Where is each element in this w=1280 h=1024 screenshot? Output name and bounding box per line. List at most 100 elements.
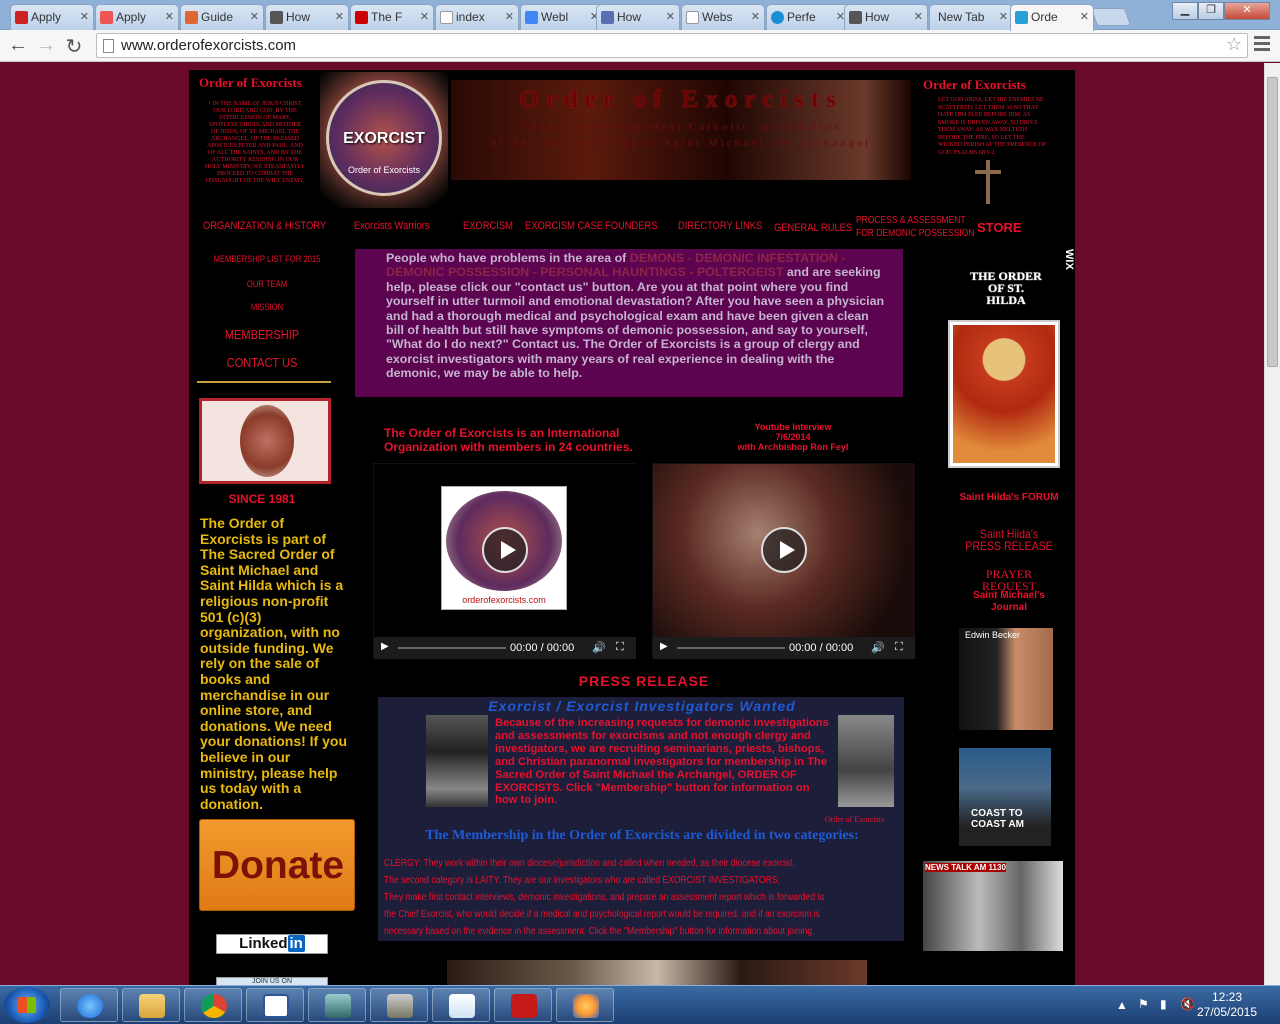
tray-arrow-icon[interactable]: ▲: [1116, 998, 1128, 1012]
fullscreen-icon[interactable]: ⛶: [616, 641, 624, 654]
order-emblem-logo[interactable]: EXORCIST Order of Exorcists: [320, 72, 448, 208]
nav-mission[interactable]: MISSION: [205, 302, 329, 312]
video-controls: ▶ 00:00 / 00:00 🔊 ⛶: [374, 637, 636, 659]
taskbar-word[interactable]: [246, 988, 304, 1022]
news-talk-thumbnail[interactable]: NEWS TALK AM 1130: [923, 861, 1063, 951]
close-window-button[interactable]: ✕: [1224, 2, 1270, 20]
play-icon[interactable]: [482, 527, 528, 573]
clergy-line-1: CLERGY: They work within their own dioce…: [384, 858, 795, 869]
browser-tab[interactable]: Perfe ✕: [766, 4, 850, 30]
scrollbar-thumb[interactable]: [1267, 77, 1278, 367]
nav-founders[interactable]: FOUNDERS: [605, 220, 657, 232]
join-us-badge[interactable]: JOIN US ON: [216, 977, 328, 985]
start-button[interactable]: [4, 987, 50, 1023]
browser-tab[interactable]: Webs ✕: [681, 4, 765, 30]
close-icon[interactable]: ✕: [420, 10, 429, 23]
nav-contact-us[interactable]: CONTACT US: [200, 355, 324, 370]
address-bar[interactable]: www.orderofexorcists.com: [96, 33, 1248, 58]
seek-bar[interactable]: [398, 647, 506, 649]
browser-tab[interactable]: How ✕: [265, 4, 349, 30]
nav-store[interactable]: STORE: [977, 220, 1022, 235]
network-tray-icon[interactable]: ▮: [1160, 997, 1167, 1011]
folder-icon: [139, 994, 165, 1018]
volume-icon[interactable]: 🔊: [871, 641, 885, 654]
menu-icon[interactable]: [1254, 36, 1270, 54]
play-small-icon[interactable]: ▶: [381, 641, 389, 652]
close-icon[interactable]: ✕: [505, 10, 514, 23]
browser-tab[interactable]: Guide ✕: [180, 4, 264, 30]
close-icon[interactable]: ✕: [165, 10, 174, 23]
donate-button[interactable]: Donate: [199, 819, 355, 911]
prayer-request-link[interactable]: PRAYER REQUEST: [959, 568, 1059, 592]
flag-tray-icon[interactable]: ⚑: [1138, 997, 1149, 1011]
browser-tab[interactable]: Webl ✕: [520, 4, 604, 30]
taskbar-acrobat[interactable]: [494, 988, 552, 1022]
browser-tab[interactable]: The F ✕: [350, 4, 434, 30]
back-icon[interactable]: ←: [6, 34, 30, 57]
maximize-button[interactable]: ❐: [1198, 2, 1224, 20]
nav-process-assessment[interactable]: PROCESS & ASSESSMENT: [856, 215, 966, 226]
nav-exorcism[interactable]: EXORCISM: [463, 220, 513, 232]
play-small-icon[interactable]: ▶: [660, 641, 668, 652]
browser-tab[interactable]: How ✕: [844, 4, 928, 30]
close-icon[interactable]: ✕: [80, 10, 89, 23]
nav-process-assessment-line2[interactable]: FOR DEMONIC POSSESSION: [856, 228, 975, 239]
saint-hildas-press-release-link[interactable]: Saint Hilda's PRESS RELEASE: [965, 528, 1053, 552]
st-hilda-icon-image[interactable]: [948, 320, 1060, 468]
close-icon[interactable]: ✕: [914, 10, 923, 23]
emblem-subtitle: Order of Exorcists: [347, 165, 421, 175]
taskbar-chrome[interactable]: [184, 988, 242, 1022]
seek-bar[interactable]: [677, 647, 785, 649]
nav-exorcism-case[interactable]: EXORCISM CASE: [525, 220, 603, 232]
fullscreen-icon[interactable]: ⛶: [895, 641, 903, 654]
nav-organization-history[interactable]: ORGANIZATION & HISTORY: [203, 220, 326, 232]
taskbar-gimp[interactable]: [370, 988, 428, 1022]
header-banner: Order of Exorcists Under the Independent…: [451, 80, 911, 180]
vertical-scrollbar[interactable]: [1264, 63, 1280, 985]
tab-favicon-icon: [100, 11, 113, 24]
close-icon[interactable]: ✕: [335, 10, 344, 23]
browser-tab[interactable]: Apply ✕: [10, 4, 94, 30]
coast-to-coast-thumbnail[interactable]: COAST TO COAST AM: [959, 748, 1051, 846]
nav-membership[interactable]: MEMBERSHIP: [200, 327, 324, 342]
browser-tab[interactable]: New Tab ✕: [929, 4, 1013, 30]
close-icon[interactable]: ✕: [250, 10, 259, 23]
tab-favicon-icon: [440, 11, 453, 24]
saint-michaels-journal-link[interactable]: Saint Michael's Journal: [959, 590, 1059, 614]
edwin-becker-thumbnail[interactable]: Edwin Becker: [959, 628, 1053, 730]
nav-membership-list[interactable]: MEMBERSHIP LIST FOR 2015: [205, 254, 329, 264]
linkedin-button[interactable]: Linked in: [216, 934, 328, 954]
nav-exorcists-warriors[interactable]: Exorcists Warriors: [354, 220, 430, 232]
nav-our-team[interactable]: OUR TEAM: [205, 279, 329, 289]
play-icon[interactable]: [761, 527, 807, 573]
minimize-button[interactable]: ▁: [1172, 2, 1198, 20]
taskbar-notepad[interactable]: [432, 988, 490, 1022]
taskbar-ie[interactable]: [60, 988, 118, 1022]
forward-icon[interactable]: →: [34, 34, 58, 57]
close-icon[interactable]: ✕: [1080, 10, 1089, 23]
video-player-1[interactable]: orderofexorcists.com ▶ 00:00 / 00:00 🔊 ⛶: [373, 463, 636, 659]
nav-directory-links[interactable]: DIRECTORY LINKS: [678, 220, 762, 232]
bookmark-star-icon[interactable]: ☆: [1226, 34, 1242, 55]
browser-tab[interactable]: How ✕: [596, 4, 680, 30]
tab-favicon-icon: [270, 11, 283, 24]
browser-tab-active[interactable]: Orde ✕: [1010, 4, 1094, 31]
browser-tab[interactable]: Apply ✕: [95, 4, 179, 30]
wix-badge[interactable]: WIX: [1055, 215, 1075, 299]
taskbar-network[interactable]: [308, 988, 366, 1022]
close-icon[interactable]: ✕: [999, 10, 1008, 23]
close-icon[interactable]: ✕: [751, 10, 760, 23]
volume-icon[interactable]: 🔊: [592, 641, 606, 654]
video-player-2[interactable]: ▶ 00:00 / 00:00 🔊 ⛶: [652, 463, 915, 659]
clock[interactable]: 12:23 27/05/2015: [1182, 990, 1272, 1020]
browser-tab[interactable]: index ✕: [435, 4, 519, 30]
close-icon[interactable]: ✕: [666, 10, 675, 23]
screaming-woman-photo: [426, 715, 488, 807]
reload-icon[interactable]: ↻: [62, 34, 86, 59]
new-tab-button[interactable]: [1090, 8, 1132, 26]
taskbar-paint[interactable]: [556, 988, 614, 1022]
nav-general-rules[interactable]: GENERAL RULES: [774, 222, 852, 234]
saint-hildas-forum-link[interactable]: Saint Hilda's FORUM: [959, 492, 1059, 504]
taskbar-explorer[interactable]: [122, 988, 180, 1022]
banner-title: Order of Exorcists: [519, 86, 843, 113]
